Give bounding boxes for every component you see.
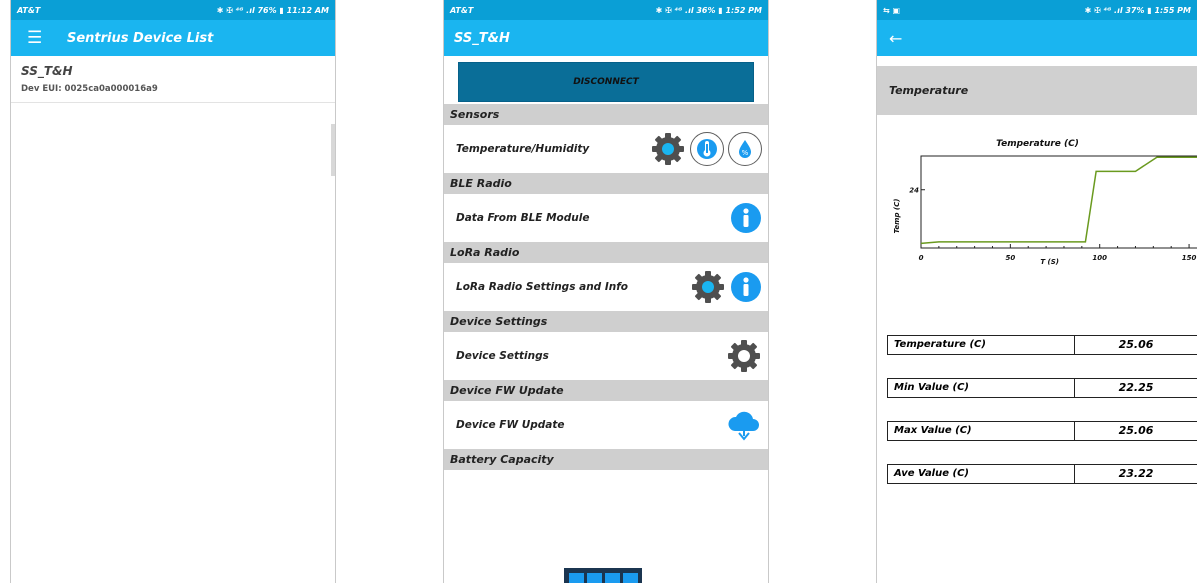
disconnect-button[interactable]: DISCONNECT: [458, 62, 754, 102]
device-detail-screen: AT&T ✱ ✠ ⁴ᴳ .ıl 36% ▮ 1:52 PM SS_T&H DIS…: [443, 0, 769, 583]
info-icon[interactable]: [730, 271, 762, 303]
reading-row: Ave Value (C) 23.22: [887, 464, 1197, 484]
hamburger-menu-icon[interactable]: ☰: [27, 28, 45, 48]
x-tick-label: 0: [919, 254, 924, 262]
page-title: SS_T&H: [454, 30, 510, 46]
section-header-ble: BLE Radio: [444, 173, 768, 194]
status-bar: AT&T ✱ ✠ ⁴ᴳ .ıl 36% ▮ 1:52 PM: [444, 0, 768, 20]
reading-label: Temperature (C): [888, 336, 1075, 354]
section-header-battery: Battery Capacity: [444, 449, 768, 470]
row-fw-update[interactable]: Device FW Update: [444, 401, 768, 449]
reading-row: Min Value (C) 22.25: [887, 378, 1197, 398]
scrollbar[interactable]: [331, 124, 335, 176]
section-header-sensors: Sensors: [444, 104, 768, 125]
carrier-label: AT&T: [450, 5, 474, 15]
reading-row: Temperature (C) 25.06: [887, 335, 1197, 355]
x-tick-label: 100: [1092, 254, 1107, 262]
section-header-lora: LoRa Radio: [444, 242, 768, 263]
temperature-screen: ⇆ ▣ ✱ ✠ ⁴ᴳ .ıl 37% ▮ 1:55 PM ← Temperatu…: [876, 0, 1197, 583]
y-tick-label: 24: [909, 187, 919, 195]
row-label: Device FW Update: [456, 419, 565, 431]
carrier-label: AT&T: [17, 5, 41, 15]
reading-value: 22.25: [1118, 381, 1154, 394]
status-indicators: ✱ ✠ ⁴ᴳ .ıl 36% ▮ 1:52 PM: [655, 5, 762, 15]
x-tick-label: 50: [1005, 254, 1015, 262]
x-tick-label: 150: [1182, 254, 1197, 262]
humidity-icon[interactable]: %: [728, 132, 762, 166]
device-list-item[interactable]: SS_T&H Dev EUI: 0025ca0a000016a9: [11, 56, 335, 103]
row-lora-settings[interactable]: LoRa Radio Settings and Info: [444, 263, 768, 311]
status-indicators: ✱ ✠ ⁴ᴳ .ıl 76% ▮ 11:12 AM: [216, 5, 329, 15]
back-arrow-icon[interactable]: ←: [889, 29, 902, 48]
row-label: LoRa Radio Settings and Info: [456, 281, 628, 293]
page-title: Temperature: [877, 66, 1197, 115]
app-bar: ☰ Sentrius Device List: [11, 20, 335, 56]
device-name: SS_T&H: [21, 64, 73, 78]
x-axis-label: T (S): [1040, 258, 1059, 266]
info-icon[interactable]: [730, 202, 762, 234]
gear-icon[interactable]: [650, 131, 686, 167]
gear-icon[interactable]: [726, 338, 762, 374]
app-bar: ←: [877, 20, 1197, 56]
device-eui: Dev EUI: 0025ca0a000016a9: [21, 84, 158, 94]
plot-frame: [920, 155, 1197, 249]
status-indicators: ✱ ✠ ⁴ᴳ .ıl 37% ▮ 1:55 PM: [1084, 5, 1191, 15]
reading-label: Max Value (C): [888, 422, 1075, 440]
reading-row: Max Value (C) 25.06: [887, 421, 1197, 441]
row-temperature-humidity[interactable]: Temperature/Humidity %: [444, 125, 768, 173]
row-label: Data From BLE Module: [456, 212, 590, 224]
section-header-fw: Device FW Update: [444, 380, 768, 401]
cloud-download-icon[interactable]: [726, 409, 762, 441]
y-axis-label: Temp (C): [893, 199, 901, 234]
svg-text:%: %: [742, 149, 749, 157]
status-bar: AT&T ✱ ✠ ⁴ᴳ .ıl 76% ▮ 11:12 AM: [11, 0, 335, 20]
row-device-settings[interactable]: Device Settings: [444, 332, 768, 380]
row-ble-data[interactable]: Data From BLE Module: [444, 194, 768, 242]
reading-label: Min Value (C): [888, 379, 1075, 397]
reading-value: 23.22: [1118, 467, 1154, 480]
row-label: Device Settings: [456, 350, 549, 362]
reading-value: 25.06: [1118, 424, 1154, 437]
battery-icon: [564, 568, 642, 583]
temperature-chart: 0 50 100 150 24 T (S) Temp (C): [893, 155, 1197, 266]
gear-icon[interactable]: [690, 269, 726, 305]
app-bar: SS_T&H: [444, 20, 768, 56]
notification-icons: ⇆ ▣: [883, 5, 901, 15]
reading-value: 25.06: [1118, 338, 1154, 351]
page-title: Sentrius Device List: [67, 30, 214, 46]
row-label: Temperature/Humidity: [456, 143, 590, 155]
series-line: [920, 156, 1197, 245]
device-list-screen: AT&T ✱ ✠ ⁴ᴳ .ıl 76% ▮ 11:12 AM ☰ Sentriu…: [10, 0, 336, 583]
section-header-device-settings: Device Settings: [444, 311, 768, 332]
thermometer-icon[interactable]: [690, 132, 724, 166]
status-bar: ⇆ ▣ ✱ ✠ ⁴ᴳ .ıl 37% ▮ 1:55 PM: [877, 0, 1197, 20]
reading-label: Ave Value (C): [888, 465, 1075, 483]
